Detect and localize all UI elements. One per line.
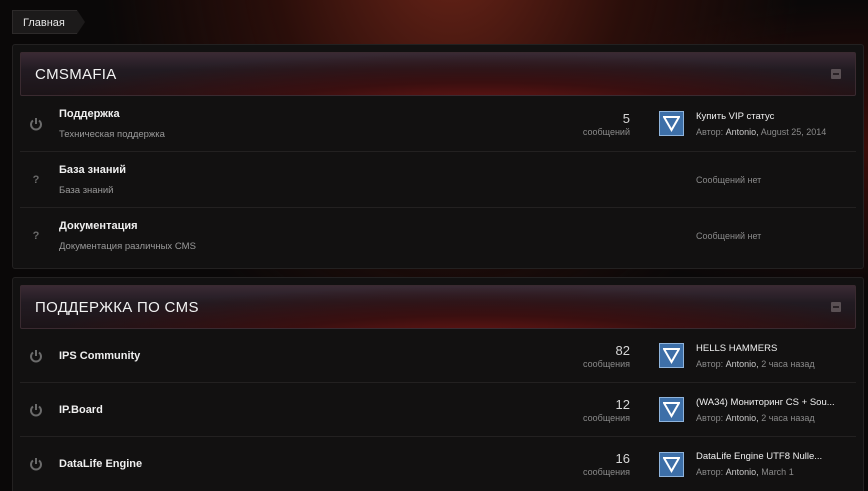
category-cms-support: ПОДДЕРЖКА ПО CMS IPS Community 82 сообще… bbox=[12, 277, 864, 491]
post-count-label: сообщения bbox=[583, 358, 630, 369]
author-link[interactable]: Antonio, bbox=[726, 127, 759, 137]
forum-description: База знаний bbox=[59, 184, 114, 196]
post-stats: 12 сообщения bbox=[583, 397, 630, 423]
post-count-label: сообщения bbox=[583, 467, 630, 477]
author-label: Автор: bbox=[696, 358, 724, 369]
forum-link[interactable]: IPS Community bbox=[59, 350, 140, 362]
last-post-title[interactable]: Купить VIP статус bbox=[696, 111, 826, 122]
forum-row: DataLife Engine 16 сообщения DataLife En… bbox=[20, 437, 856, 491]
category-cmsmafia: CMSMAFIA Поддержка Техническая поддержка… bbox=[12, 44, 864, 269]
post-count: 12 bbox=[615, 396, 630, 412]
collapse-icon[interactable] bbox=[831, 302, 841, 312]
category-header: ПОДДЕРЖКА ПО CMS bbox=[20, 285, 856, 329]
category-title: CMSMAFIA bbox=[35, 65, 117, 83]
author-avatar-icon[interactable] bbox=[659, 343, 684, 368]
no-posts-text: Сообщений нет bbox=[696, 174, 762, 185]
power-icon bbox=[29, 457, 43, 471]
last-post-title[interactable]: HELLS HAMMERS bbox=[696, 343, 815, 354]
no-posts-text: Сообщений нет bbox=[696, 231, 762, 241]
forum-description: Техническая поддержка bbox=[59, 128, 165, 140]
forum-description: Документация различных CMS bbox=[59, 241, 196, 252]
question-icon: ? bbox=[32, 173, 40, 186]
author-label: Автор: bbox=[696, 467, 724, 477]
forum-row: Поддержка Техническая поддержка 5 сообще… bbox=[20, 96, 856, 152]
last-post-title[interactable]: (WA34) Мониторинг CS + Sou... bbox=[696, 397, 835, 408]
forum-link[interactable]: IP.Board bbox=[59, 404, 103, 416]
last-post-time: March 1 bbox=[761, 467, 794, 477]
post-count-label: сообщений bbox=[582, 126, 630, 137]
forum-link[interactable]: Поддержка bbox=[59, 108, 165, 120]
author-avatar-icon[interactable] bbox=[659, 397, 684, 422]
forum-link[interactable]: База знаний bbox=[59, 164, 126, 176]
last-post-time: 2 часа назад bbox=[761, 412, 815, 423]
author-link[interactable]: Antonio, bbox=[726, 467, 759, 477]
breadcrumb-home-link[interactable]: Главная bbox=[12, 10, 85, 34]
post-count: 5 bbox=[622, 110, 630, 126]
last-post-title[interactable]: DataLife Engine UTF8 Nulle... bbox=[696, 451, 822, 462]
author-link[interactable]: Antonio, bbox=[726, 359, 759, 369]
post-count: 82 bbox=[615, 342, 630, 358]
last-post: DataLife Engine UTF8 Nulle... Автор: Ant… bbox=[696, 451, 822, 477]
author-avatar-icon[interactable] bbox=[659, 451, 684, 477]
category-title: ПОДДЕРЖКА ПО CMS bbox=[35, 298, 199, 316]
author-label: Автор: bbox=[696, 412, 724, 423]
last-post: (WA34) Мониторинг CS + Sou... Автор: Ant… bbox=[696, 397, 835, 423]
post-count: 16 bbox=[615, 451, 630, 466]
last-post: HELLS HAMMERS Автор: Antonio, 2 часа наз… bbox=[696, 343, 815, 369]
forum-row: ? База знаний База знаний Сообщений нет bbox=[20, 152, 856, 208]
last-post-time: 2 часа назад bbox=[761, 358, 815, 369]
post-stats: 16 сообщения bbox=[583, 451, 630, 477]
post-count-label: сообщения bbox=[583, 412, 630, 423]
post-stats: 5 сообщений bbox=[583, 111, 630, 137]
question-icon: ? bbox=[32, 230, 40, 242]
forum-link[interactable]: Документация bbox=[59, 220, 196, 232]
author-link[interactable]: Antonio, bbox=[726, 413, 759, 423]
breadcrumb: Главная bbox=[12, 10, 85, 34]
power-icon bbox=[29, 403, 43, 417]
power-icon bbox=[29, 349, 43, 363]
post-stats: 82 сообщения bbox=[583, 343, 630, 369]
forum-row: IP.Board 12 сообщения (WA34) Мониторинг … bbox=[20, 383, 856, 437]
collapse-icon[interactable] bbox=[831, 69, 841, 79]
forum-row: ? Документация Документация различных CM… bbox=[20, 208, 856, 264]
forum-link[interactable]: DataLife Engine bbox=[59, 458, 142, 470]
author-label: Автор: bbox=[696, 126, 724, 137]
forum-row: IPS Community 82 сообщения HELLS HAMMERS… bbox=[20, 329, 856, 383]
author-avatar-icon[interactable] bbox=[659, 111, 684, 136]
last-post-time: August 25, 2014 bbox=[760, 126, 827, 137]
last-post: Купить VIP статус Автор: Antonio, August… bbox=[696, 111, 826, 137]
category-header: CMSMAFIA bbox=[20, 52, 856, 96]
power-icon bbox=[29, 117, 43, 131]
